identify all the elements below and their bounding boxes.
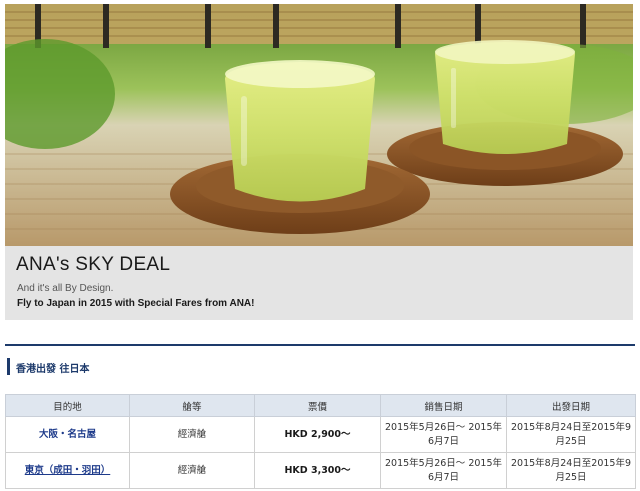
sales-period-cell: 2015年5月26日～ 2015年6月7日 xyxy=(380,452,507,489)
destination-link[interactable]: 大阪・名古屋 xyxy=(39,429,96,440)
header-fare: 票價 xyxy=(254,394,381,417)
fare-cell: HKD 3,300～ xyxy=(254,452,381,489)
table-row: 大阪・名古屋 經濟艙 HKD 2,900～ 2015年5月26日～ 2015年6… xyxy=(5,416,636,453)
section-title: 香港出發 往日本 xyxy=(16,364,90,375)
travel-period-cell: 2015年8月24日至2015年9月25日 xyxy=(506,416,636,453)
header-destination: 目的地 xyxy=(5,394,130,417)
table-row: 東京（成田・羽田） 經濟艙 HKD 3,300～ 2015年5月26日～ 201… xyxy=(5,452,636,489)
header-cabin: 艙等 xyxy=(129,394,255,417)
banner-tagline: Fly to Japan in 2015 with Special Fares … xyxy=(17,298,255,309)
section-header: 香港出發 往日本 xyxy=(5,344,635,384)
cabin-cell: 經濟艙 xyxy=(129,452,255,489)
header-sales-period: 銷售日期 xyxy=(380,394,507,417)
destination-cell: 東京（成田・羽田） xyxy=(5,452,130,489)
banner-title: ANA's SKY DEAL xyxy=(16,254,171,275)
sales-period-cell: 2015年5月26日～ 2015年6月7日 xyxy=(380,416,507,453)
destination-link[interactable]: 東京（成田・羽田） xyxy=(25,465,111,476)
destination-cell: 大阪・名古屋 xyxy=(5,416,130,453)
hero-image xyxy=(5,4,633,246)
banner-subtitle: And it's all By Design. xyxy=(17,283,114,294)
fares-table: 目的地 艙等 票價 銷售日期 出發日期 大阪・名古屋 經濟艙 HKD 2,900… xyxy=(5,394,636,489)
travel-period-cell: 2015年8月24日至2015年9月25日 xyxy=(506,452,636,489)
fare-cell: HKD 2,900～ xyxy=(254,416,381,453)
cabin-cell: 經濟艙 xyxy=(129,416,255,453)
table-header-row: 目的地 艙等 票價 銷售日期 出發日期 xyxy=(5,394,636,417)
banner-caption: ANA's SKY DEAL And it's all By Design. F… xyxy=(5,246,633,320)
green-tea-illustration xyxy=(5,4,633,246)
header-travel-period: 出發日期 xyxy=(506,394,636,417)
section-marker xyxy=(7,358,10,375)
